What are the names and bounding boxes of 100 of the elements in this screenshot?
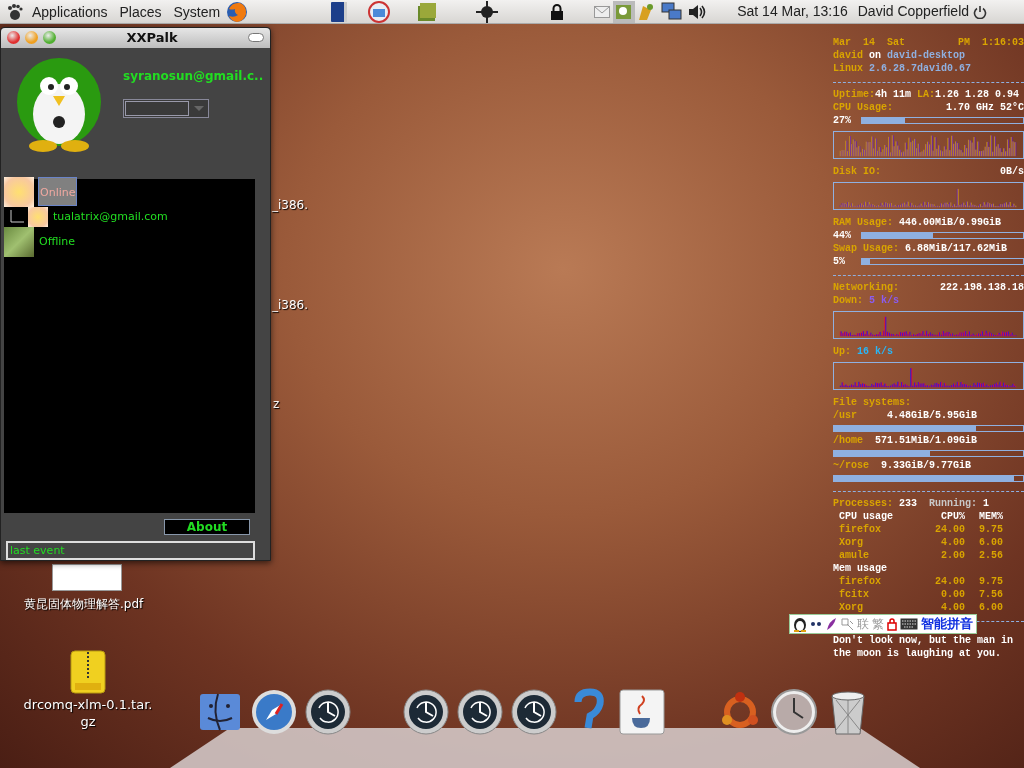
stat-text: Running: <box>929 498 979 509</box>
penguin-icon[interactable] <box>793 616 807 632</box>
power-icon[interactable] <box>973 4 988 19</box>
quote-text: Don't look now, but the man in the moon is laughing at you. <box>833 634 1015 660</box>
process-cell-text: Mem usage <box>833 562 888 575</box>
stat-text: Networking: <box>833 282 899 293</box>
document-thumbnail[interactable] <box>52 564 122 591</box>
stat-text: Disk IO: <box>833 166 881 177</box>
clock-icon[interactable] <box>402 688 450 736</box>
stat-text: 16 k/s <box>857 346 894 357</box>
clock-icon[interactable] <box>304 688 352 736</box>
feather-icon[interactable] <box>825 617 837 631</box>
process-cell-text: 6.00 <box>978 601 1003 614</box>
contact-entry[interactable]: tualatrix@gmail.com <box>52 206 169 228</box>
icon-label[interactable]: _i386. <box>272 198 309 214</box>
stat-text: /usr <box>833 410 858 421</box>
process-cell-text: firefox <box>838 575 882 588</box>
percent-label: 27% <box>833 114 852 127</box>
keyboard-icon[interactable] <box>900 618 918 630</box>
compass-icon[interactable] <box>250 688 298 736</box>
stat-text: david <box>833 50 863 61</box>
stat-text: 1 <box>983 498 990 509</box>
stat-text: /home <box>833 435 864 446</box>
stat-text: david-desktop <box>887 50 966 61</box>
clock-icon[interactable] <box>770 688 818 736</box>
stat-text: Linux <box>833 63 864 74</box>
process-cell-text: Xorg <box>838 536 864 549</box>
file-label[interactable]: 黄昆固体物理解答.pdf <box>24 597 144 613</box>
stat-text: LA: <box>917 89 936 100</box>
speaker-icon[interactable] <box>687 2 708 21</box>
window-title: XXPalk <box>125 29 179 48</box>
book-icon[interactable] <box>330 0 349 23</box>
account-email: syranosun@gmail.c.. <box>123 67 264 85</box>
icon-label[interactable]: _i386. <box>272 298 309 314</box>
stat-text: 1.26 1.28 0.94 <box>935 89 1020 100</box>
panel-menu[interactable]: Places <box>113 0 168 24</box>
stat-text: 222.198.138.18 <box>940 282 1024 293</box>
stat-text: 233 <box>899 498 919 509</box>
stat-text: Mar 14 Sat <box>833 37 905 48</box>
tree-branch-icon <box>10 209 24 224</box>
stat-text: 6.88MiB/117.62MiB <box>905 243 1008 254</box>
process-cell-text: firefox <box>838 523 882 536</box>
process-cell-text: amule <box>838 549 870 562</box>
process-cell-text: CPU% <box>940 510 965 523</box>
stat-text: 2.6.28.7david0.67 <box>869 63 972 74</box>
status-dropdown[interactable] <box>123 98 209 118</box>
stat-text: CPU Usage: <box>833 102 893 113</box>
process-cell-text: 2.56 <box>978 549 1003 562</box>
process-cell-text: 24.00 <box>934 523 965 536</box>
toolbar-toggle-button[interactable] <box>248 33 264 43</box>
stat-text: 1.70 GHz 52°C <box>946 102 1024 113</box>
process-cell-text: 4.00 <box>940 536 965 549</box>
close-button[interactable] <box>7 31 20 45</box>
percent-label: 44% <box>833 229 852 242</box>
stat-text: 4.48GiB/5.95GiB <box>887 410 978 421</box>
process-cell-text: 9.75 <box>978 523 1003 536</box>
dots-icon[interactable] <box>810 620 822 628</box>
crosshair-icon[interactable] <box>476 0 499 23</box>
process-cell-text: fcitx <box>838 588 870 601</box>
process-cell-text: MEM% <box>978 510 1003 523</box>
process-cell-text: 0.00 <box>940 588 965 601</box>
process-cell-text: 9.75 <box>978 575 1003 588</box>
process-cell-text: 24.00 <box>934 575 965 588</box>
stat-text: 5 k/s <box>869 295 900 306</box>
lock-icon[interactable] <box>550 3 565 20</box>
about-button[interactable]: About <box>164 519 250 536</box>
process-cell-text: 7.56 <box>978 588 1003 601</box>
stat-text: 0B/s <box>1000 166 1024 177</box>
stat-text: ~/rose <box>833 460 870 471</box>
panel-clock[interactable]: Sat 14 Mar, 13:16 <box>737 1 848 22</box>
panel-menu[interactable]: System <box>167 0 227 24</box>
panel-menu[interactable]: Applications <box>26 0 114 24</box>
archive-icon[interactable] <box>70 650 106 694</box>
globe-icon[interactable] <box>226 0 249 23</box>
stat-text: 4h 11m <box>875 89 913 100</box>
coffee-cup-icon[interactable] <box>618 688 666 736</box>
stat-text: 9.33GiB/9.77GiB <box>881 460 972 471</box>
stat-text: Swap Usage: <box>833 243 900 254</box>
process-cell-text: Xorg <box>838 601 864 614</box>
process-cell-text: 2.00 <box>940 549 965 562</box>
process-cell-text: 6.00 <box>978 536 1003 549</box>
tray-app-icon[interactable] <box>613 0 636 23</box>
monitors-icon[interactable] <box>661 1 684 22</box>
stat-text: RAM Usage: <box>833 217 894 228</box>
status-field[interactable]: last event <box>6 541 255 560</box>
file-label[interactable]: drcomq-xlm-0.1.tar.gz <box>20 697 156 731</box>
clock-icon[interactable] <box>510 688 558 736</box>
group-entry[interactable]: Offline <box>38 231 77 253</box>
stat-text: PM 1:16:03 <box>958 37 1024 48</box>
stat-text: Down: <box>833 295 864 306</box>
clock-icon[interactable] <box>456 688 504 736</box>
input-method-name[interactable]: 智能拼音 <box>921 614 973 634</box>
stat-text: File systems: <box>833 397 911 408</box>
books-icon[interactable] <box>416 0 439 23</box>
foot-icon[interactable] <box>6 2 24 21</box>
user-name[interactable]: David Copperfield <box>857 1 970 22</box>
icon-label[interactable]: z <box>273 397 280 413</box>
process-cell-text: CPU usage <box>838 510 894 523</box>
stat-text: on <box>868 50 883 61</box>
percent-label: 5% <box>833 255 846 268</box>
